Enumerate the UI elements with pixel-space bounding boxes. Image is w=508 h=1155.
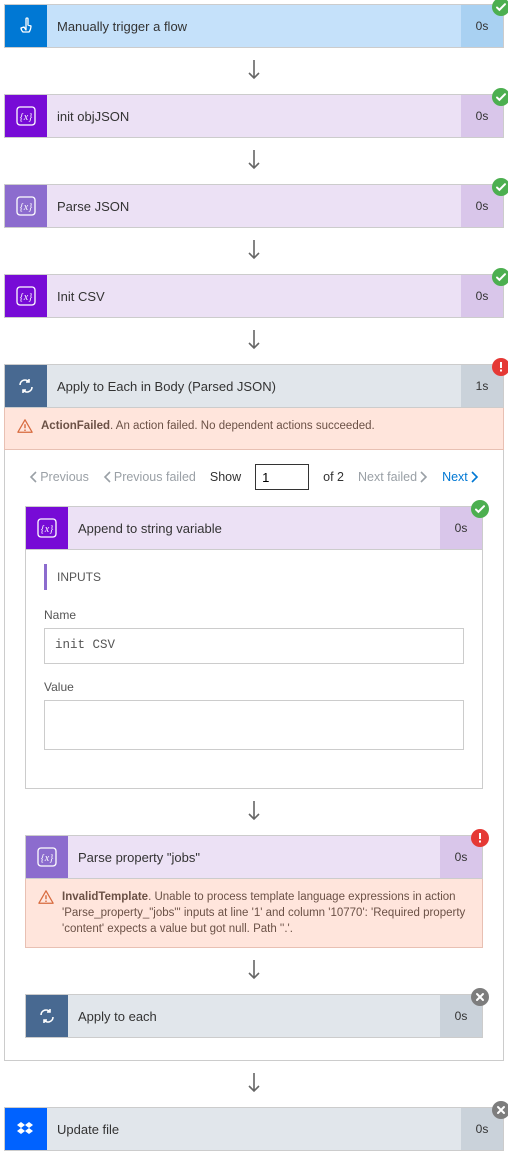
- finger-icon: [5, 5, 47, 47]
- step-append-string-variable[interactable]: Append to string variable 0s: [25, 506, 483, 550]
- pager-show-label: Show: [210, 470, 241, 484]
- success-badge-icon: [471, 500, 489, 518]
- error-title: ActionFailed: [41, 420, 110, 432]
- inputs-header: INPUTS: [44, 564, 464, 590]
- step-parse-json[interactable]: Parse JSON 0s: [4, 184, 504, 228]
- skipped-badge-icon: [492, 1101, 508, 1119]
- step-init-csv[interactable]: Init CSV 0s: [4, 274, 504, 318]
- error-banner-action-failed: ActionFailed. An action failed. No depen…: [4, 408, 504, 450]
- pager-of-text: of 2: [323, 470, 344, 484]
- step-title: Parse JSON: [47, 185, 461, 227]
- success-badge-icon: [492, 0, 508, 16]
- loop-icon: [26, 995, 68, 1037]
- variable-icon: [26, 836, 68, 878]
- pager-page-input[interactable]: [255, 464, 309, 490]
- pager-previous-failed[interactable]: Previous failed: [103, 470, 196, 484]
- step-title: Apply to Each in Body (Parsed JSON): [47, 365, 461, 407]
- step-title: Apply to each: [68, 995, 440, 1037]
- loop-container-body: Previous Previous failed Show of 2 Next …: [4, 450, 504, 1061]
- dropbox-icon: [5, 1108, 47, 1150]
- arrow-down-icon: [4, 228, 504, 274]
- variable-icon: [5, 275, 47, 317]
- step-apply-each-body[interactable]: Apply to Each in Body (Parsed JSON) 1s: [4, 364, 504, 408]
- step-init-objjson[interactable]: init objJSON 0s: [4, 94, 504, 138]
- arrow-down-icon: [4, 318, 504, 364]
- inputs-card: INPUTS Name init CSV Value: [25, 550, 483, 789]
- success-badge-icon: [492, 178, 508, 196]
- error-badge-icon: [492, 358, 508, 376]
- field-name-value: init CSV: [44, 628, 464, 664]
- arrow-down-icon: [25, 948, 483, 994]
- arrow-down-icon: [25, 789, 483, 835]
- pager-next[interactable]: Next: [442, 470, 479, 484]
- step-title: init objJSON: [47, 95, 461, 137]
- variable-icon: [5, 95, 47, 137]
- step-title: Update file: [47, 1108, 461, 1150]
- warning-icon: [17, 418, 33, 439]
- variable-icon: [5, 185, 47, 227]
- step-title: Init CSV: [47, 275, 461, 317]
- step-manual-trigger[interactable]: Manually trigger a flow 0s: [4, 4, 504, 48]
- success-badge-icon: [492, 268, 508, 286]
- step-parse-jobs[interactable]: Parse property "jobs" 0s: [25, 835, 483, 879]
- pager: Previous Previous failed Show of 2 Next …: [25, 464, 483, 490]
- error-message: . An action failed. No dependent actions…: [110, 420, 375, 432]
- variable-icon: [26, 507, 68, 549]
- error-banner-invalid-template: InvalidTemplate. Unable to process templ…: [25, 879, 483, 948]
- arrow-down-icon: [4, 138, 504, 184]
- arrow-down-icon: [4, 48, 504, 94]
- pager-next-failed[interactable]: Next failed: [358, 470, 428, 484]
- step-title: Append to string variable: [68, 507, 440, 549]
- field-label-name: Name: [44, 608, 464, 622]
- pager-previous[interactable]: Previous: [29, 470, 89, 484]
- success-badge-icon: [492, 88, 508, 106]
- step-title: Manually trigger a flow: [47, 5, 461, 47]
- loop-icon: [5, 365, 47, 407]
- step-apply-each[interactable]: Apply to each 0s: [25, 994, 483, 1038]
- error-badge-icon: [471, 829, 489, 847]
- arrow-down-icon: [4, 1061, 504, 1107]
- step-title: Parse property "jobs": [68, 836, 440, 878]
- field-label-value: Value: [44, 680, 464, 694]
- error-title: InvalidTemplate: [62, 891, 148, 903]
- skipped-badge-icon: [471, 988, 489, 1006]
- step-update-file[interactable]: Update file 0s: [4, 1107, 504, 1151]
- field-value-value: [44, 700, 464, 750]
- warning-icon: [38, 889, 54, 910]
